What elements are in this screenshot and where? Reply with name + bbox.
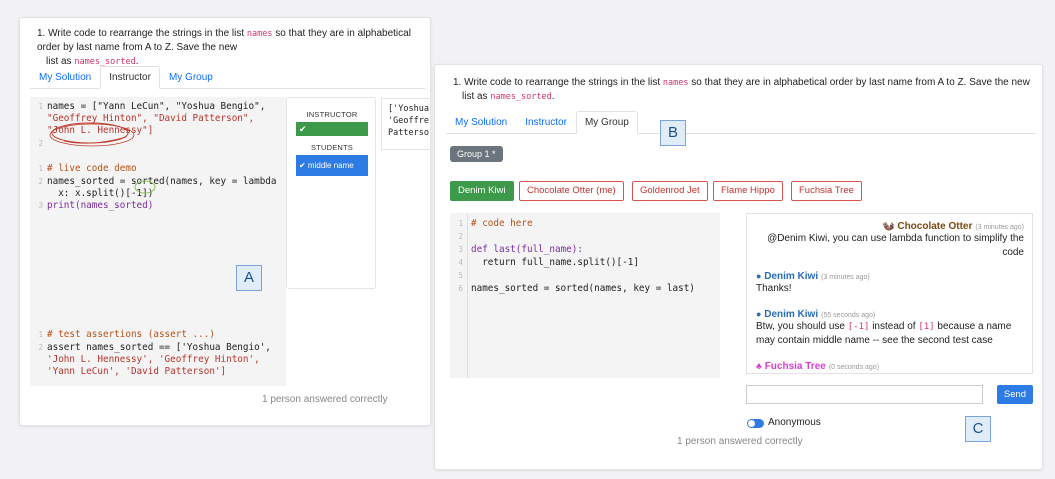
chat-message: ♣ Fuchsia Tree (0 seconds ago) <box>756 361 880 372</box>
tab-my-group[interactable]: My Group <box>575 111 638 134</box>
left-tabs: My Solution Instructor My Group <box>30 66 425 89</box>
code-line: 'Yann LeCun', 'David Patterson'] <box>47 366 227 377</box>
label-a: A <box>236 265 262 291</box>
code-line: names_sorted = sorted(names, key = last) <box>471 283 695 294</box>
tab-my-solution[interactable]: My Solution <box>446 111 516 134</box>
member-fuchsia-tree[interactable]: Fuchsia Tree <box>791 181 862 201</box>
tree-icon: ♣ <box>756 361 762 371</box>
kiwi-icon: ● <box>756 271 762 281</box>
label-c: C <box>965 416 991 442</box>
ink-annotation-icon <box>49 122 156 194</box>
tab-my-group[interactable]: My Group <box>160 66 222 89</box>
send-button[interactable]: Send <box>997 385 1033 404</box>
tab-my-solution[interactable]: My Solution <box>30 66 100 89</box>
tab-instructor[interactable]: Instructor <box>516 111 576 134</box>
anonymous-label: Anonymous <box>768 417 821 428</box>
code-line: 'John L. Hennessy', 'Geoffrey Hinton', <box>47 354 260 365</box>
chat-message-input[interactable] <box>746 385 983 404</box>
chat-message: ● Denim Kiwi (3 minutes ago) Thanks! <box>756 271 870 294</box>
group-selector-button[interactable]: Group 1 * <box>450 146 503 162</box>
instructor-heading: INSTRUCTOR <box>306 110 358 119</box>
code-line: # code here <box>471 218 533 229</box>
chat-message: 🦦 Chocolate Otter (3 minutes ago) @Denim … <box>767 221 1024 258</box>
instructor-answer-bar[interactable]: ✔ <box>296 122 368 136</box>
answered-count-left: 1 person answered correctly <box>262 394 388 405</box>
group-chat: 🦦 Chocolate Otter (3 minutes ago) @Denim … <box>746 213 1033 374</box>
students-heading: STUDENTS <box>310 143 354 152</box>
answered-count-right: 1 person answered correctly <box>677 436 803 447</box>
code-line: assert names_sorted == ['Yoshua Bengio', <box>47 342 271 353</box>
code-line: # test assertions (assert ...) <box>47 329 215 340</box>
code-output: ['Yoshua 'Geoffre Patterso <box>381 98 431 150</box>
instructor-code-editor[interactable]: 1 2 1 2 3 1 2 names = ["Yann LeCun", "Yo… <box>30 97 286 386</box>
member-denim-kiwi[interactable]: Denim Kiwi <box>450 181 514 201</box>
otter-icon: 🦦 <box>882 221 895 232</box>
code-line: def last(full_name): <box>471 244 583 255</box>
student-answer-bar[interactable]: ✔ middle name <box>296 155 368 176</box>
kiwi-icon: ● <box>756 309 762 319</box>
member-goldenrod-jet[interactable]: Goldenrod Jet <box>632 181 708 201</box>
answer-vote-panel: INSTRUCTOR ✔ STUDENTS ✔ middle name <box>286 97 376 289</box>
question-text-right: 1. Write code to rearrange the strings i… <box>453 77 1030 102</box>
code-line: return full_name.split()[-1] <box>471 257 639 268</box>
member-chocolate-otter[interactable]: Chocolate Otter (me) <box>519 181 624 201</box>
group-code-editor[interactable]: 1 2 3 4 5 6 # code here def last(full_na… <box>450 213 720 378</box>
member-flame-hippo[interactable]: Flame Hippo <box>713 181 783 201</box>
tab-instructor[interactable]: Instructor <box>100 66 160 89</box>
anonymous-toggle[interactable] <box>747 419 764 428</box>
right-tabs: My Solution Instructor My Group <box>446 111 1036 134</box>
question-text-left: 1. Write code to rearrange the strings i… <box>37 28 411 67</box>
label-b: B <box>660 120 686 146</box>
chat-message: ● Denim Kiwi (55 seconds ago) Btw, you sh… <box>756 309 1012 346</box>
